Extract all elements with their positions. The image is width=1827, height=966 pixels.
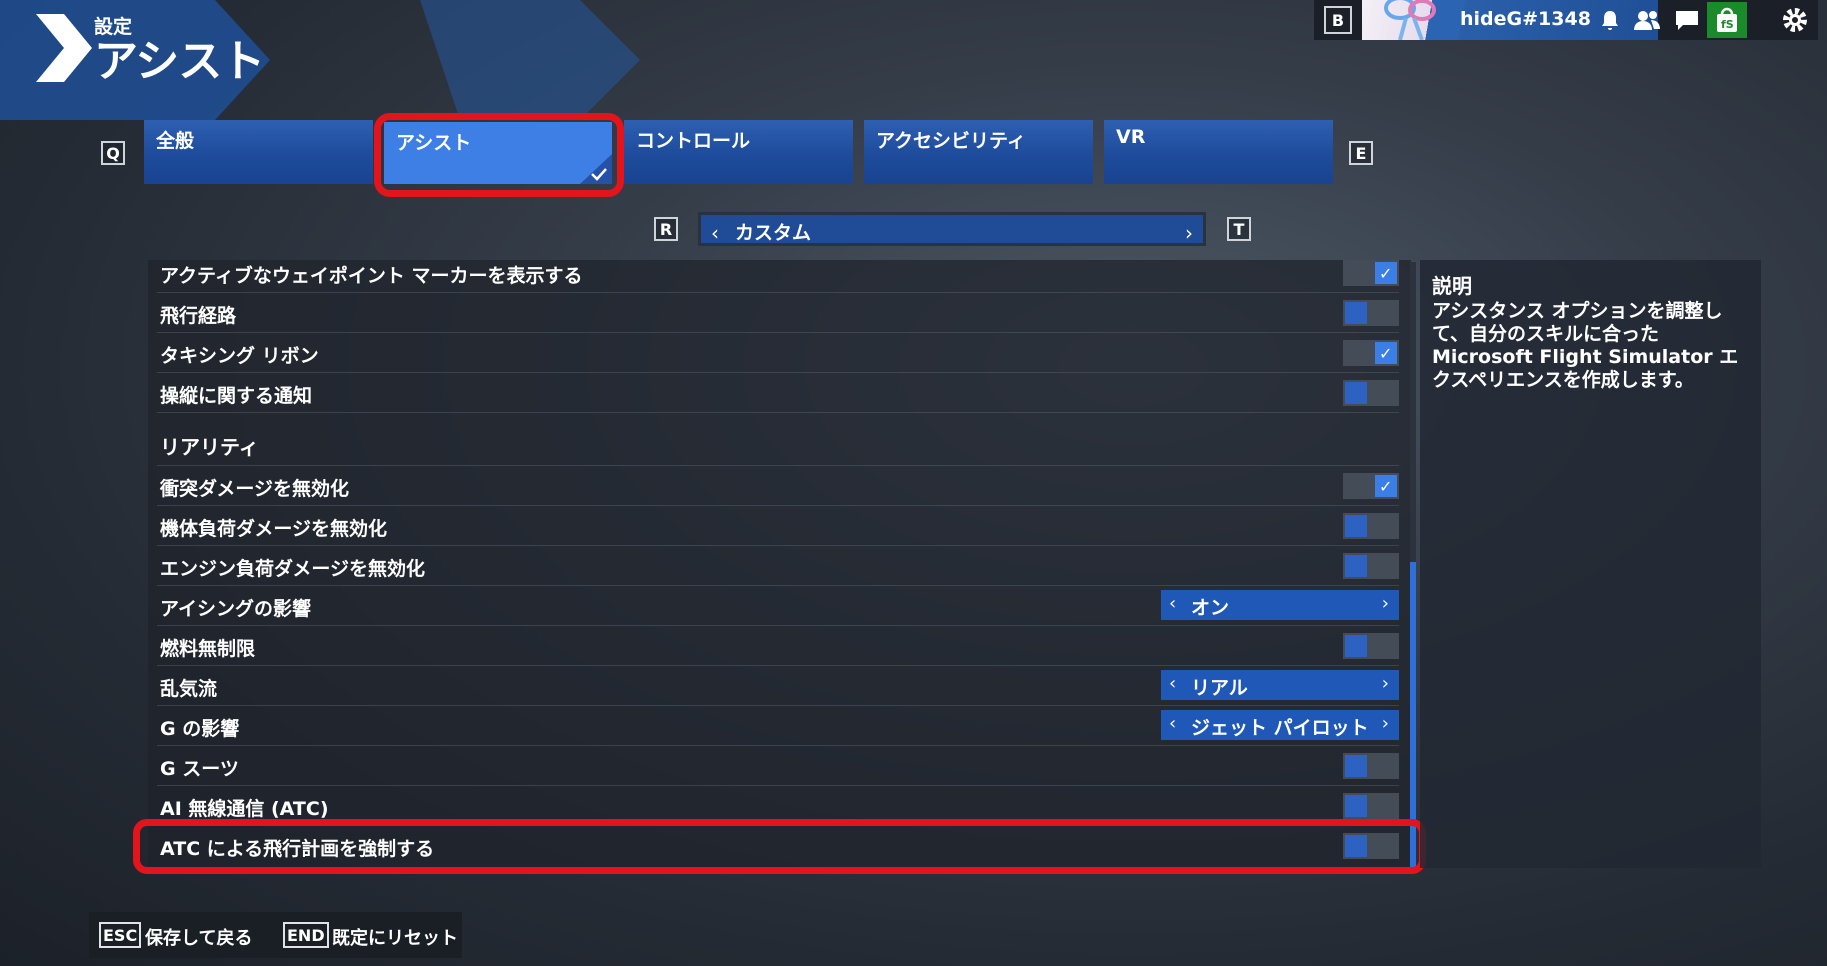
tab-label: アクセシビリティ [876,130,1026,152]
check-icon: ✓ [1379,344,1393,363]
setting-row[interactable]: 燃料無制限 [157,626,1399,666]
chevron-right-icon[interactable]: › [1382,593,1389,614]
key-hint-end: END [283,922,329,948]
highlight-box-tab [374,113,624,197]
selector-value: リアル [1191,677,1248,699]
key-hint-t: T [1227,217,1251,241]
option-selector[interactable]: ‹ リアル › [1161,670,1399,700]
shop-icon[interactable]: fS [1707,2,1747,38]
chevron-right-icon[interactable]: › [1382,673,1389,694]
setting-label: エンジン負荷ダメージを無効化 [160,558,426,580]
setting-label: G の影響 [160,718,240,740]
setting-row[interactable]: 操縦に関する通知 [157,373,1399,413]
gear-icon[interactable] [1780,6,1810,34]
selector-value: ジェット パイロット [1191,717,1369,739]
chevron-left-icon[interactable]: ‹ [1169,593,1176,614]
page-title: アシスト [94,36,265,87]
setting-row[interactable]: G の影響 ‹ ジェット パイロット › [157,706,1399,746]
page-header: 設定 アシスト [94,12,265,87]
header-subtitle: 設定 [94,16,133,38]
section-title: リアリティ [160,435,259,459]
setting-row[interactable]: 乱気流 ‹ リアル › [157,666,1399,706]
toggle-switch[interactable] [1343,513,1399,539]
toggle-switch[interactable] [1343,793,1399,819]
setting-label: アクティブなウェイポイント マーカーを表示する [160,265,583,287]
tab-label: 全般 [156,130,195,152]
tab-controls[interactable]: コントロール [624,120,853,184]
reset-default-button[interactable]: 既定にリセット [332,924,458,950]
setting-label: AI 無線通信 (ATC) [160,798,329,820]
username[interactable]: hideG#1348 [1460,8,1591,30]
chevron-left-icon[interactable]: ‹ [1169,713,1176,734]
toggle-switch[interactable] [1343,380,1399,406]
highlight-box-row [133,819,1426,874]
chevron-right-icon[interactable]: › [1382,713,1389,734]
setting-label: 衝突ダメージを無効化 [160,478,350,500]
description-text: アシスタンス オプションを調整して、自分のスキルに合った Microsoft F… [1432,300,1739,391]
toggle-switch[interactable]: ✓ [1343,260,1399,286]
setting-row[interactable]: 機体負荷ダメージを無効化 [157,506,1399,546]
setting-label: 機体負荷ダメージを無効化 [160,518,388,540]
setting-row[interactable]: エンジン負荷ダメージを無効化 [157,546,1399,586]
friends-icon[interactable] [1632,6,1662,34]
selector-value: オン [1191,597,1230,619]
setting-row[interactable]: G スーツ [157,746,1399,786]
tab-label: コントロール [636,130,751,152]
tab-general[interactable]: 全般 [144,120,373,184]
toggle-switch[interactable] [1343,300,1399,326]
setting-row[interactable]: アイシングの影響 ‹ オン › [157,586,1399,626]
chevron-right-icon[interactable]: › [1185,221,1193,245]
setting-label: タキシング リボン [160,345,319,367]
description-title: 説明 [1432,274,1472,298]
svg-text:fS: fS [1721,18,1734,31]
preset-selector[interactable]: ‹ カスタム › [698,212,1206,246]
setting-label: 燃料無制限 [160,638,256,660]
description-panel: 説明 アシスタンス オプションを調整して、自分のスキルに合った Microsof… [1420,260,1761,868]
key-hint-r: R [654,217,678,241]
toggle-switch[interactable]: ✓ [1343,340,1399,366]
check-icon: ✓ [1379,477,1393,496]
key-hint-b: B [1324,6,1352,34]
section-divider [157,426,1399,466]
tab-label: VR [1116,126,1146,148]
setting-label: G スーツ [160,758,239,780]
toggle-switch[interactable] [1343,753,1399,779]
settings-list: アクティブなウェイポイント マーカーを表示する ✓ 飛行経路 タキシング リボン… [148,260,1411,867]
footer-bar: ESC 保存して戻る END 既定にリセット [89,912,462,958]
key-hint-q: Q [101,141,125,165]
setting-row[interactable]: タキシング リボン ✓ [157,333,1399,373]
tab-vr[interactable]: VR [1104,120,1333,184]
key-hint-e: E [1349,141,1373,165]
setting-row[interactable]: 飛行経路 [157,293,1399,333]
chat-icon[interactable] [1672,6,1702,34]
preset-value: カスタム [735,222,812,244]
setting-label: 乱気流 [160,678,218,700]
save-and-back-button[interactable]: 保存して戻る [145,924,252,950]
setting-label: アイシングの影響 [160,598,312,620]
setting-row[interactable]: アクティブなウェイポイント マーカーを表示する ✓ [157,260,1399,293]
chevron-left-icon[interactable]: ‹ [711,221,719,245]
option-selector[interactable]: ‹ ジェット パイロット › [1161,710,1399,740]
key-hint-esc: ESC [99,922,142,948]
toggle-switch[interactable]: ✓ [1343,473,1399,499]
tab-accessibility[interactable]: アクセシビリティ [864,120,1093,184]
setting-label: 操縦に関する通知 [160,385,313,407]
toggle-switch[interactable] [1343,553,1399,579]
toggle-switch[interactable] [1343,633,1399,659]
setting-row[interactable]: 衝突ダメージを無効化 ✓ [157,466,1399,506]
option-selector[interactable]: ‹ オン › [1161,590,1399,620]
top-bar: B hideG#1348 fS [1314,0,1818,40]
check-icon: ✓ [1379,264,1393,283]
scrollbar[interactable] [1410,262,1416,867]
bell-icon[interactable] [1595,6,1625,34]
setting-label: 飛行経路 [160,305,237,327]
chevron-left-icon[interactable]: ‹ [1169,673,1176,694]
